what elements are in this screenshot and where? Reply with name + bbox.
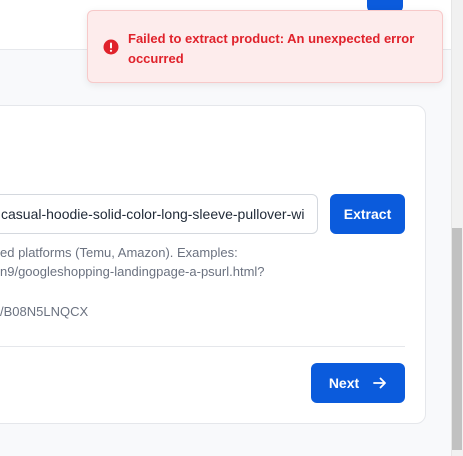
error-toast-message: Failed to extract product: An unexpected… [128,31,415,66]
error-toast: Failed to extract product: An unexpected… [87,10,443,83]
extract-button-label: Extract [343,206,392,222]
next-button-label: Next [328,375,360,391]
error-circle-icon [103,39,119,55]
extract-button[interactable]: Extract [330,194,405,234]
arrow-right-icon [373,376,387,390]
scrollbar-thumb[interactable] [452,228,462,450]
example-asin-help: /B08N5LNQCX [0,304,89,319]
card-divider [0,346,405,347]
example-url-help: n9/googleshopping-landingpage-a-psurl.ht… [0,264,265,279]
supported-platforms-help: ed platforms (Temu, Amazon). Examples: [0,245,238,260]
product-url-input[interactable] [0,194,318,234]
next-button[interactable]: Next [311,363,405,403]
page: Extract ed platforms (Temu, Amazon). Exa… [0,0,463,456]
